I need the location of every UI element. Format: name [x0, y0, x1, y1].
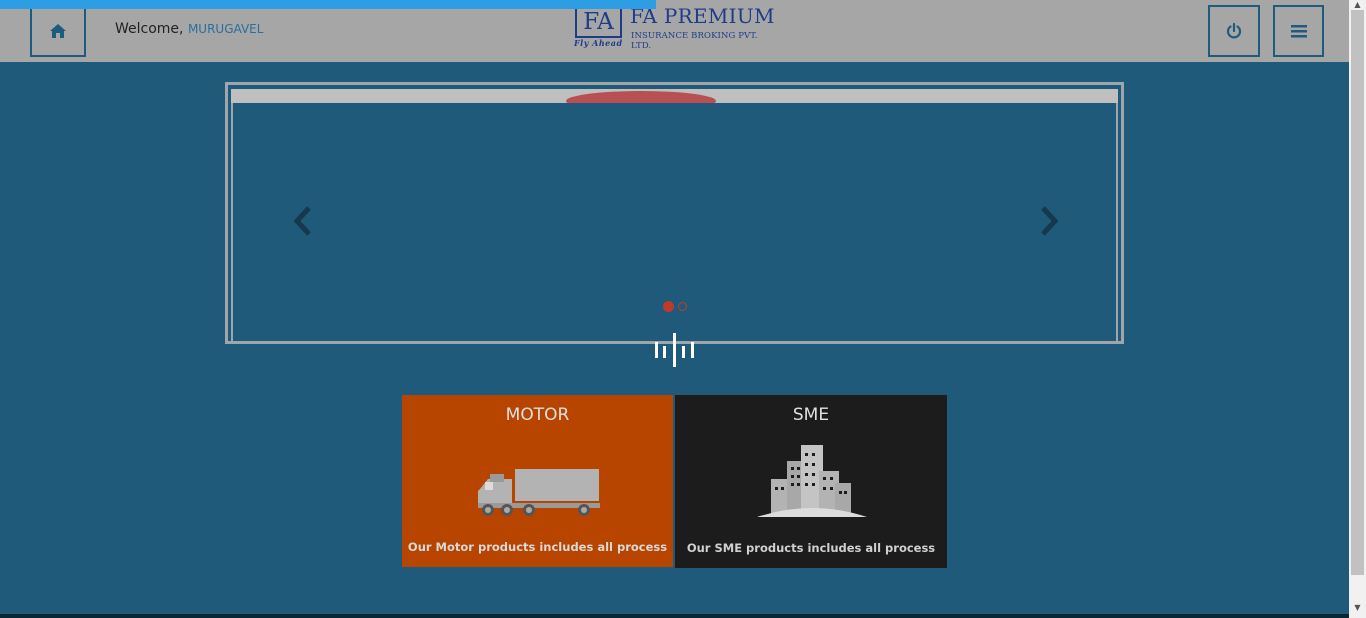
top-header: Welcome, MURUGAVEL FA Fly Ahead FA PREMI… — [0, 0, 1349, 62]
scroll-up-arrow-icon[interactable]: ▲ — [1349, 0, 1366, 10]
username: MURUGAVEL — [187, 22, 264, 36]
logo-tagline: Fly Ahead — [574, 38, 623, 48]
carousel-indicators — [663, 301, 687, 312]
page-load-progress-bar — [0, 0, 656, 9]
loading-spinner-icon — [655, 333, 694, 367]
motor-tile-description: Our Motor products includes all process — [407, 540, 668, 554]
carousel-slide-image — [231, 89, 1118, 103]
slide-image-fragment — [566, 91, 716, 103]
sme-tile-title: SME — [792, 405, 830, 425]
motor-product-tile[interactable]: MOTOR Our Motor products includes all pr… — [402, 395, 673, 567]
banner-carousel — [225, 82, 1124, 344]
carousel-indicator-1[interactable] — [663, 301, 674, 312]
menu-button[interactable] — [1273, 5, 1324, 57]
hamburger-menu-icon — [1290, 25, 1307, 38]
sme-tile-description: Our SME products includes all process — [686, 541, 936, 555]
logout-button[interactable] — [1208, 5, 1260, 57]
welcome-label: Welcome, — [115, 21, 184, 37]
sme-product-tile[interactable]: SME Our SME products includes all proces… — [675, 395, 947, 568]
home-icon — [50, 23, 66, 38]
home-button[interactable] — [30, 6, 86, 57]
chevron-right-icon — [1041, 206, 1059, 236]
logo-mark: FA — [575, 7, 622, 38]
welcome-text: Welcome, MURUGAVEL — [115, 21, 263, 37]
chevron-left-icon — [293, 206, 311, 236]
scrollbar-thumb[interactable] — [1351, 10, 1364, 575]
carousel-next-button[interactable] — [1038, 203, 1062, 239]
buildings-icon — [757, 445, 867, 517]
footer-strip — [0, 614, 1349, 618]
carousel-prev-button[interactable] — [290, 203, 314, 239]
logo-subtitle: INSURANCE BROKING PVT. LTD. — [631, 31, 758, 51]
company-logo[interactable]: FA Fly Ahead FA PREMIUM INSURANCE BROKIN… — [574, 4, 779, 51]
motor-tile-title: MOTOR — [505, 405, 570, 425]
scroll-down-arrow-icon[interactable]: ▼ — [1349, 603, 1366, 613]
carousel-indicator-2[interactable] — [678, 302, 687, 311]
power-icon — [1226, 22, 1242, 39]
truck-icon — [478, 469, 600, 516]
